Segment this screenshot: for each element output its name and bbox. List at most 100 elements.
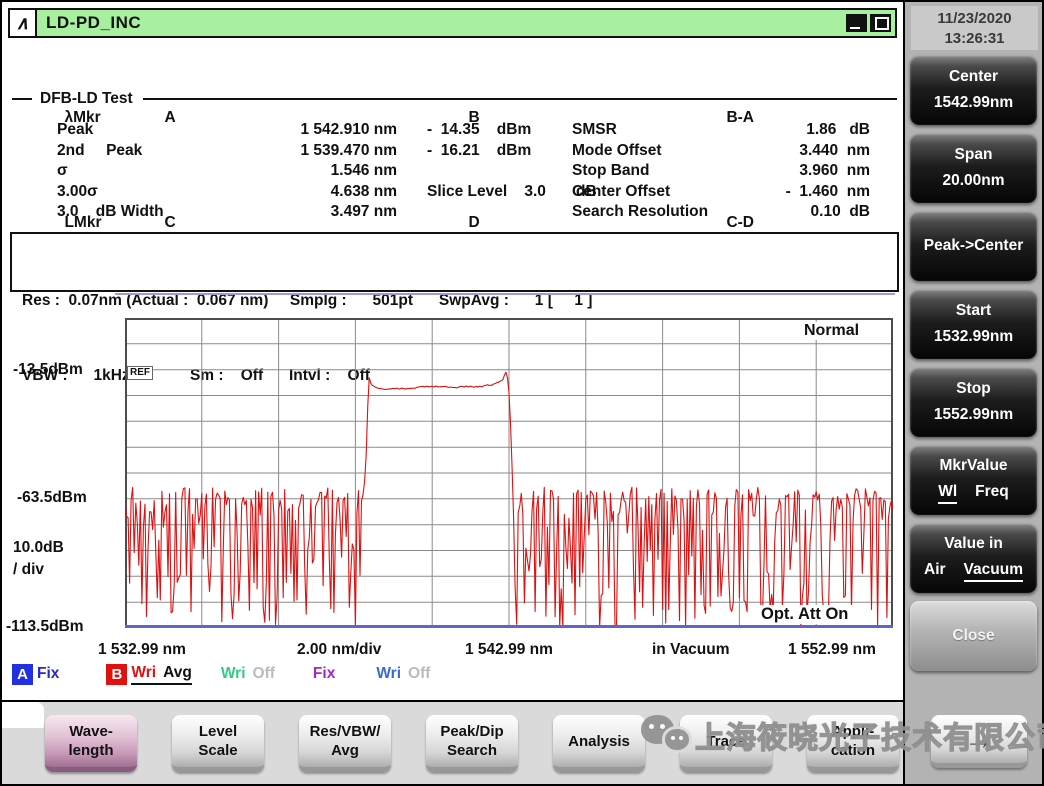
trace-key-badge: B xyxy=(106,664,127,685)
trace-indicator-3: Fix xyxy=(313,665,335,683)
result-name: 2nd Peak xyxy=(57,141,229,162)
result-extra: - 14.35 dBm xyxy=(427,120,531,141)
softkey-value: 1532.99nm xyxy=(934,328,1013,346)
result-extra: - 16.21 dBm xyxy=(427,141,531,162)
trace-state-label2: Off xyxy=(253,665,275,683)
softkey-mkrvalue[interactable]: MkrValueWlFreq xyxy=(910,445,1037,515)
trace-state-label: Fix xyxy=(313,665,335,683)
result-row-2nd-peak: 2nd Peak1 539.470 nm - 16.21 dBm xyxy=(57,141,597,162)
result-value: 3.440 nm xyxy=(799,141,870,162)
trace-indicator-b: BWri Avg xyxy=(106,664,191,685)
softkey-value: 20.00nm xyxy=(942,172,1004,190)
function-tab-res-vbw-avg[interactable]: Res/VBW/Avg xyxy=(299,715,391,772)
y-axis-bottom-label: -113.5dBm xyxy=(6,618,84,636)
window-title: LD-PD_INC xyxy=(46,13,141,33)
x-axis-center-label: 1 542.99 nm xyxy=(465,641,553,659)
tab-label-line2: Scale xyxy=(198,741,237,760)
trace-state: Wri Off xyxy=(221,665,275,683)
function-tab-appli-cation[interactable]: Appli-cation xyxy=(807,715,899,772)
function-tab-analysis[interactable]: Analysis xyxy=(553,715,645,772)
x-axis-start-label: 1 532.99 nm xyxy=(98,641,186,659)
analysis-section-title: DFB-LD Test xyxy=(12,90,897,108)
tab-label-line1: Analysis xyxy=(568,732,630,751)
trace-indicator-4: WriOff xyxy=(376,665,430,683)
result-row-center-offset: Center Offset- 1.460 nm xyxy=(572,182,870,203)
softkey-center[interactable]: Center1542.99nm xyxy=(910,55,1037,125)
result-value: 1 539.470 nm xyxy=(229,141,397,162)
trace-status-bar: AFixBWriAvgWriOffFixWriOff xyxy=(12,661,430,687)
result-value: 1 542.910 nm xyxy=(229,120,397,141)
function-tab-peak-dip-search[interactable]: Peak/DipSearch xyxy=(426,715,518,772)
function-tab-trace[interactable]: Trace xyxy=(680,715,772,772)
softkey-peak-center[interactable]: Peak->Center xyxy=(910,211,1037,281)
trace-state-label2: Avg xyxy=(163,664,192,682)
result-value: 1.86 dB xyxy=(806,120,870,141)
clock-date: 11/23/2020 xyxy=(911,9,1038,29)
softkey-option-air: Air xyxy=(924,561,946,582)
maximize-button[interactable] xyxy=(870,14,891,32)
result-name: Stop Band xyxy=(572,161,650,182)
result-row-3-0-db-width: 3.0 dB Width3.497 nm xyxy=(57,202,597,223)
analysis-results-left: Peak1 542.910 nm- 14.35 dBm2nd Peak1 539… xyxy=(57,120,597,223)
trace-indicator-a: AFix xyxy=(12,664,59,685)
tab-label-line1: Trace xyxy=(706,732,745,751)
trace-key-badge: A xyxy=(12,664,33,685)
softkey-stop[interactable]: Stop1552.99nm xyxy=(910,367,1037,437)
function-tab-next[interactable]: → xyxy=(931,715,1027,768)
spectrum-plot xyxy=(125,318,893,628)
result-name: Search Resolution xyxy=(572,202,708,223)
sweep-settings-box: Res : 0.07nm (Actual : 0.067 nm) Smplg :… xyxy=(10,232,899,292)
trace-state: Fix xyxy=(37,665,59,683)
tab-label-line1: Peak/Dip xyxy=(440,722,503,741)
result-name: 3.00σ xyxy=(57,182,229,203)
function-tab-wave-length[interactable]: Wave-length xyxy=(45,715,137,772)
softkey-label: Span xyxy=(955,146,993,164)
osa-screen: ∧ LD-PD_INC λMkrABB-A LMkrCDC-D DFB-LD T… xyxy=(0,0,1044,786)
minimize-button[interactable] xyxy=(846,14,867,32)
result-row-2: σ1.546 nm xyxy=(57,161,597,182)
trace-state: WriOff xyxy=(376,665,430,683)
tab-label-line2: Search xyxy=(447,741,497,760)
result-row-smsr: SMSR 1.86 dB xyxy=(572,120,870,141)
trace-state-label2: Off xyxy=(408,665,430,683)
function-tab-level-scale[interactable]: LevelScale xyxy=(172,715,264,772)
softkey-start[interactable]: Start 1532.99nm xyxy=(910,289,1037,359)
softkey-column: Center1542.99nm Span 20.00nm Peak->Center St… xyxy=(908,55,1039,679)
result-row-mode-offset: Mode Offset3.440 nm xyxy=(572,141,870,162)
window-titlebar: ∧ LD-PD_INC xyxy=(8,8,897,38)
softkey-value-in[interactable]: Value in Air Vacuum xyxy=(910,523,1037,593)
result-row-peak: Peak1 542.910 nm- 14.35 dBm xyxy=(57,120,597,141)
ref-level-tag: REF xyxy=(127,366,153,380)
trace-state: Wri Avg xyxy=(131,664,191,685)
result-name: SMSR xyxy=(572,120,617,141)
tab-label-line1: Wave- xyxy=(69,722,113,741)
next-page-arrow-icon: → xyxy=(964,730,994,749)
trace-state-label: Wri xyxy=(131,664,156,682)
x-axis-stop-label: 1 552.99 nm xyxy=(788,641,876,659)
result-value: 4.638 nm xyxy=(229,182,397,203)
result-row-stop-band: Stop Band3.960 nm xyxy=(572,161,870,182)
softkey-label: Start xyxy=(956,302,991,320)
app-logo-icon: ∧ xyxy=(10,10,37,36)
softkey-option-vacuum: Vacuum xyxy=(964,561,1023,582)
result-name: σ xyxy=(57,161,229,182)
result-name: Center Offset xyxy=(572,182,670,203)
softkey-span[interactable]: Span 20.00nm xyxy=(910,133,1037,203)
softkey-close[interactable]: Close xyxy=(910,601,1037,671)
trace-state-label: Fix xyxy=(37,665,59,683)
softkey-sidebar: 11/23/2020 13:26:31 Center1542.99nm Span 2… xyxy=(905,2,1042,784)
trace-state-label: Wri xyxy=(221,665,246,683)
divider-line xyxy=(115,293,895,295)
tab-label-line1: Res/VBW/ xyxy=(310,722,381,741)
softkey-label: Peak->Center xyxy=(924,237,1024,255)
tab-stub xyxy=(2,702,44,728)
optical-attenuator-status: Opt. Att On xyxy=(752,605,857,624)
result-value: 0.10 dB xyxy=(811,202,870,223)
softkey-label: Value in xyxy=(944,535,1003,553)
softkey-option-wl: Wl xyxy=(938,483,957,504)
softkey-value: 1542.99nm xyxy=(934,94,1013,112)
clock-time: 13:26:31 xyxy=(911,29,1038,49)
section-rule-line xyxy=(143,98,897,100)
window-controls xyxy=(846,14,891,32)
sweep-settings-line1: Res : 0.07nm (Actual : 0.067 nm) Smplg :… xyxy=(22,288,897,313)
